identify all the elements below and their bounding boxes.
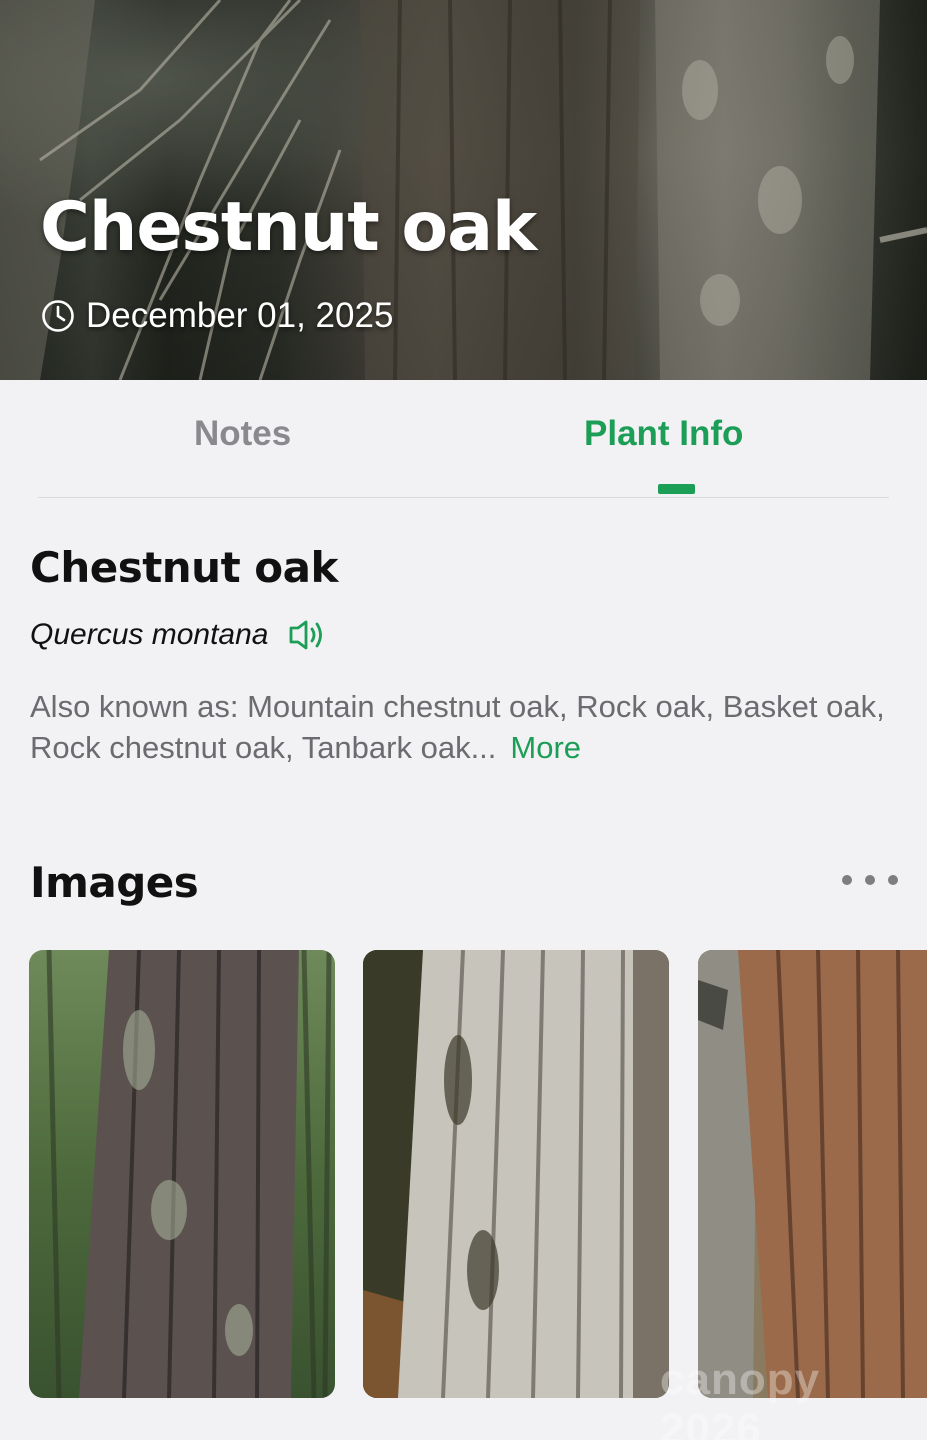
bark-photo-1 — [29, 950, 335, 1398]
hero-date: December 01, 2025 — [40, 296, 393, 336]
bark-photo-2 — [363, 950, 669, 1398]
date-text: December 01, 2025 — [86, 296, 394, 335]
clock-icon — [42, 300, 74, 332]
plant-common-name: Chestnut oak — [30, 543, 338, 592]
hero-image: Chestnut oak December 01, 2025 — [0, 0, 927, 380]
more-link[interactable]: More — [510, 730, 581, 765]
tab-plant-info[interactable]: Plant Info — [584, 414, 743, 454]
tab-bar: Notes Plant Info — [38, 380, 889, 498]
also-known-as: Also known as: Mountain chestnut oak, Ro… — [30, 686, 900, 768]
also-known-as-text: Also known as: Mountain chestnut oak, Ro… — [30, 689, 885, 765]
more-dots-icon[interactable] — [842, 866, 898, 894]
pronounce-button[interactable] — [288, 618, 326, 652]
speaker-icon — [290, 620, 323, 650]
image-thumbnail[interactable] — [698, 950, 927, 1398]
watermark: canopy 2026 — [660, 1355, 821, 1440]
scientific-name-row: Quercus montana — [30, 618, 326, 652]
image-thumbnail[interactable] — [363, 950, 669, 1398]
hero-title: Chestnut oak — [40, 188, 537, 267]
tab-notes[interactable]: Notes — [194, 414, 291, 454]
plant-scientific-name: Quercus montana — [30, 618, 269, 651]
image-thumbnail[interactable] — [29, 950, 335, 1398]
images-section-title: Images — [30, 858, 199, 907]
active-tab-indicator — [658, 484, 695, 494]
bark-photo-3 — [698, 950, 927, 1398]
